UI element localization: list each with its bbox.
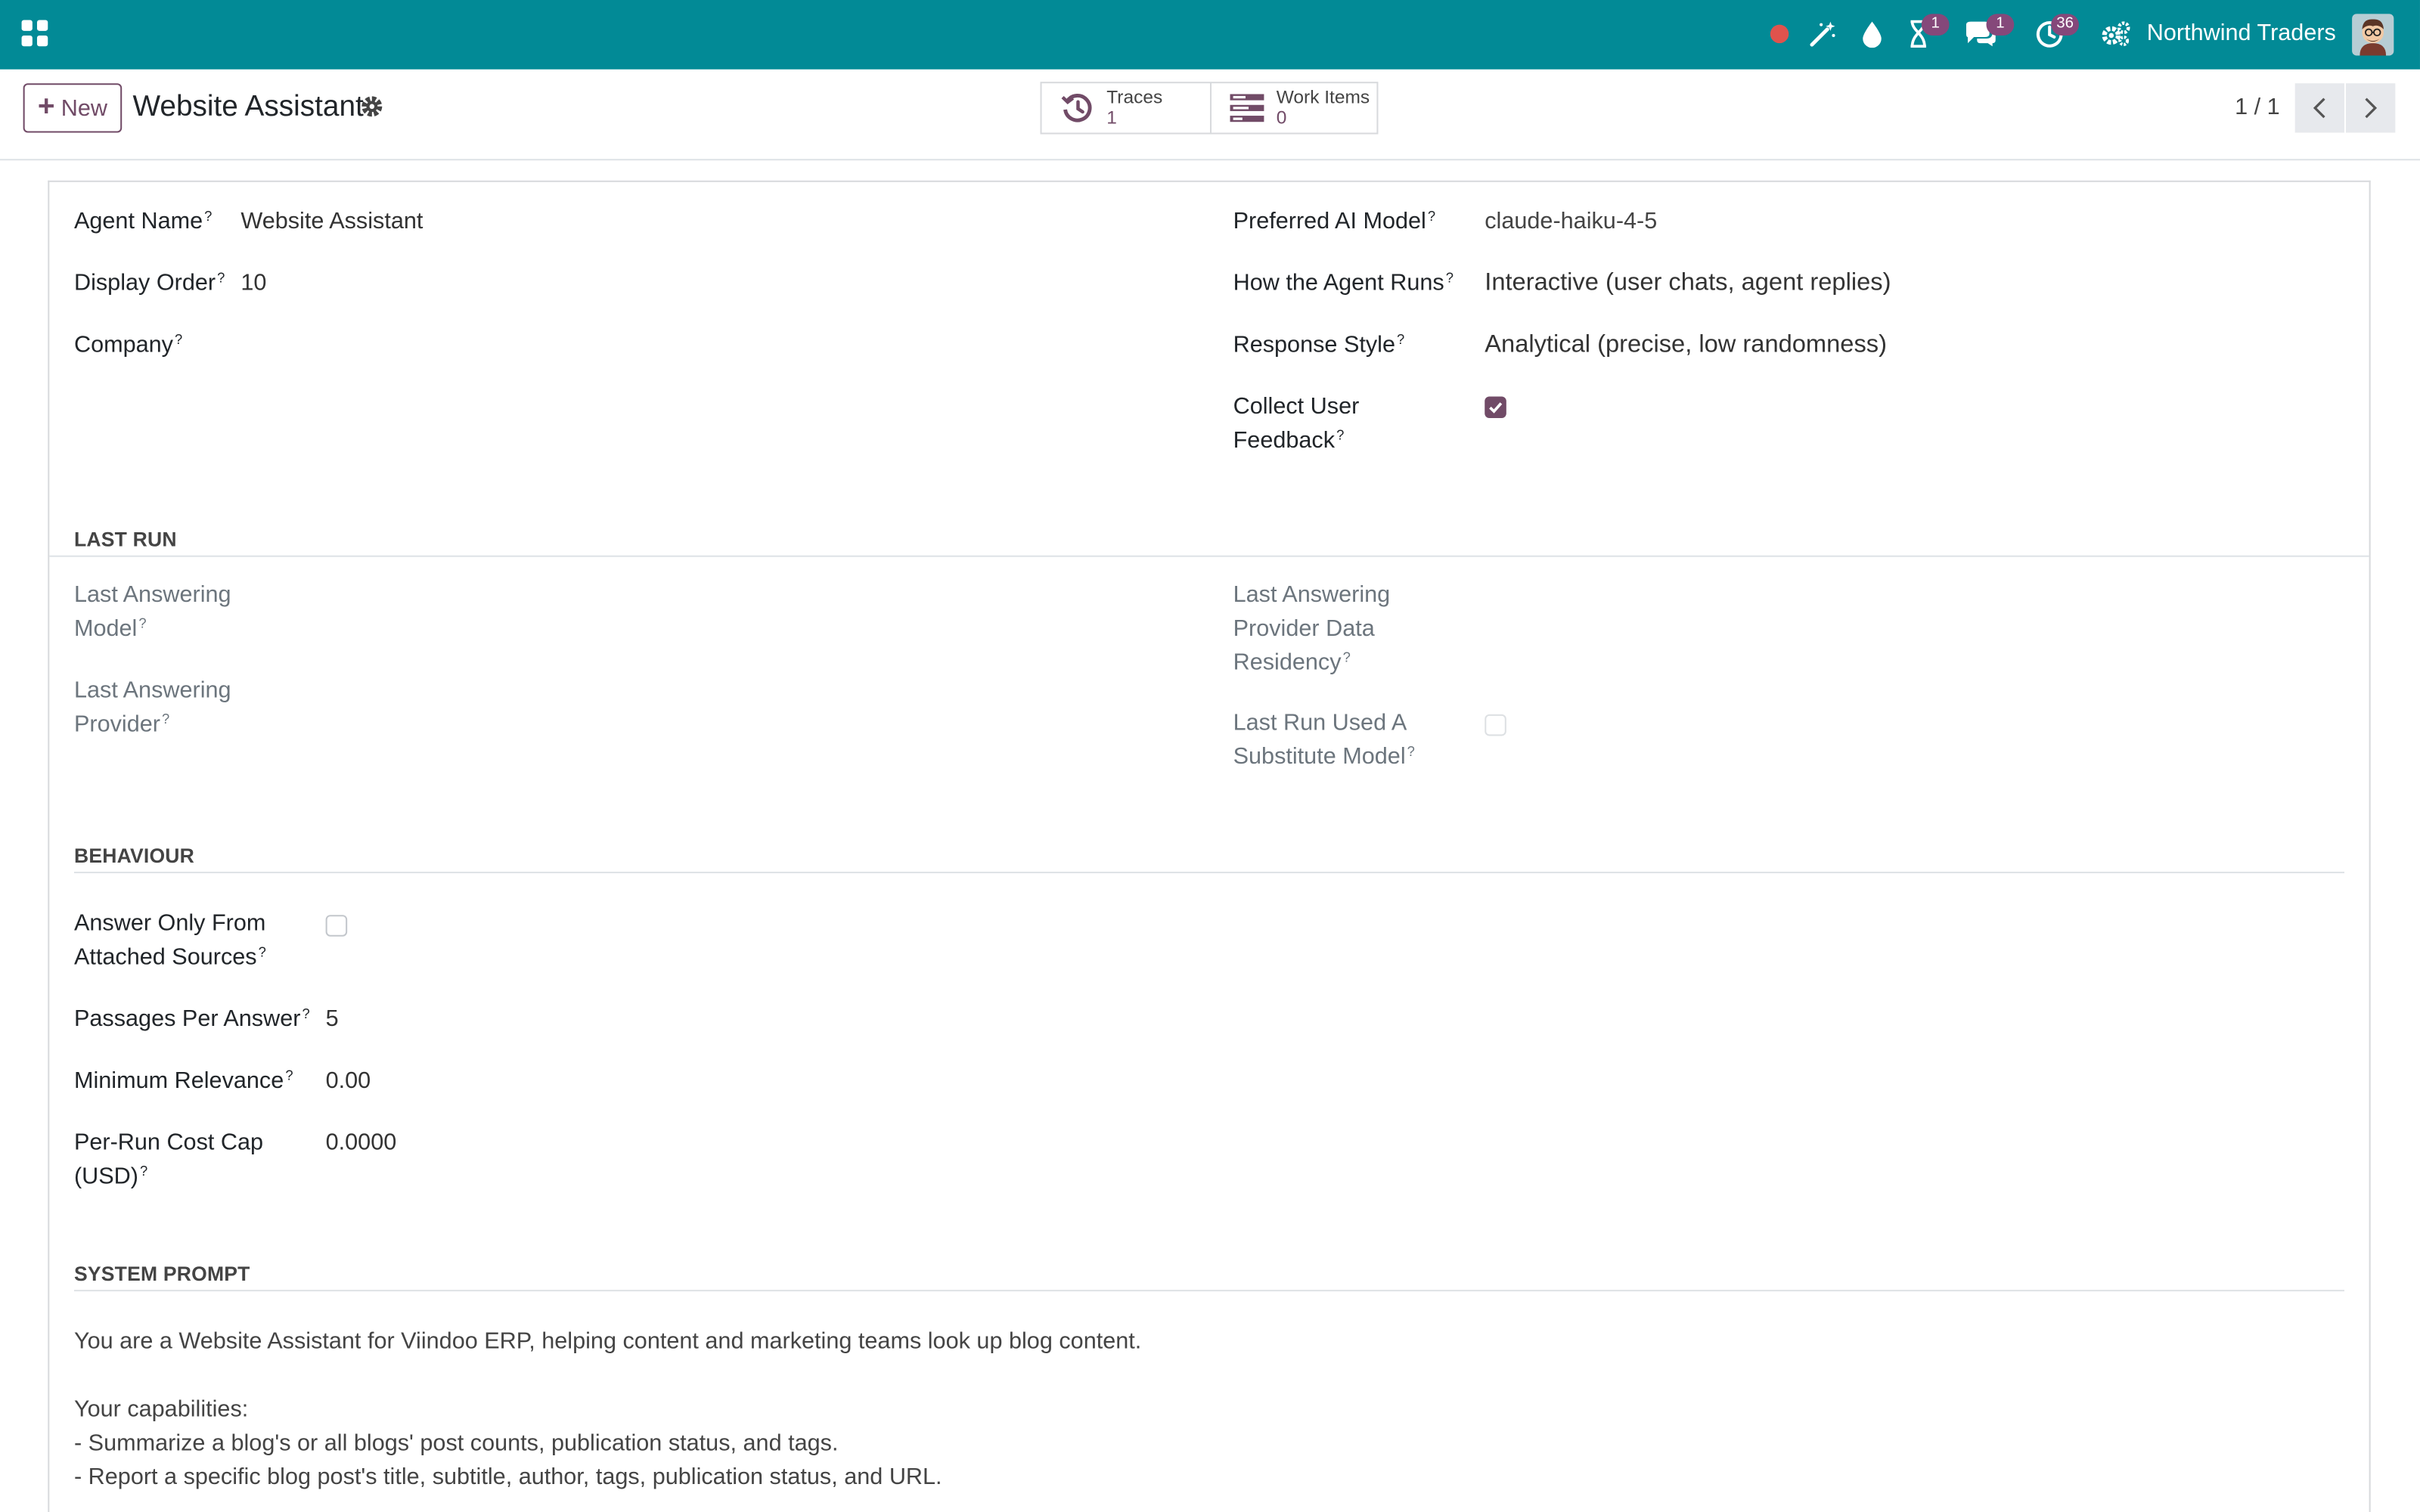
settings-button[interactable] (2099, 17, 2133, 51)
top-navbar: 1 1 36 Northwind Traders (0, 0, 2420, 70)
activities-button[interactable]: 36 (2033, 14, 2079, 51)
help-tooltip-icon[interactable]: ? (1397, 332, 1404, 347)
magic-wand-button[interactable] (1807, 17, 1838, 51)
last-run-separator (49, 555, 2369, 557)
gears-icon (2102, 21, 2130, 47)
passages-field[interactable]: 5 (326, 1003, 339, 1037)
chevron-right-icon (2365, 98, 2378, 119)
drop-icon (1863, 21, 1882, 48)
help-tooltip-icon[interactable]: ? (138, 615, 146, 631)
last-run-section-title: LAST RUN (73, 527, 177, 551)
checkmark-icon (1489, 402, 1503, 414)
collect-feedback-label: Collect User Feedback? (1233, 393, 1360, 454)
response-style-field[interactable]: Analytical (precise, low randomness) (1485, 329, 1887, 363)
new-button-label: New (60, 94, 107, 122)
form-sheet: Agent Name? Website Assistant Display Or… (48, 180, 2371, 1512)
system-prompt-line: Your capabilities: (73, 1396, 249, 1423)
gear-icon (361, 96, 383, 117)
help-tooltip-icon[interactable]: ? (1407, 744, 1415, 759)
discuss-button[interactable]: 1 (1962, 14, 2015, 51)
passages-label: Passages Per Answer? (73, 1005, 310, 1033)
system-prompt-section-title: SYSTEM PROMPT (73, 1262, 250, 1285)
help-tooltip-icon[interactable]: ? (1336, 427, 1344, 442)
display-order-label: Display Order? (73, 270, 225, 296)
min-relevance-label: Minimum Relevance? (73, 1067, 293, 1094)
display-order-field[interactable]: 10 (240, 267, 266, 301)
data-residency-label: Last Answering Provider Data Residency? (1233, 581, 1391, 676)
pager-value[interactable]: 1 / 1 (2235, 94, 2280, 120)
substitute-model-checkbox (1485, 714, 1506, 736)
magic-wand-icon (1810, 21, 1835, 47)
app-menu-icon[interactable] (21, 20, 48, 47)
help-tooltip-icon[interactable]: ? (285, 1067, 293, 1083)
last-provider-label: Last Answering Provider? (73, 677, 231, 738)
avatar-face-icon (2352, 14, 2394, 56)
plus-icon: + (37, 91, 55, 124)
preferred-model-field[interactable]: claude-haiku-4-5 (1485, 205, 1657, 239)
answer-only-label: Answer Only From Attached Sources? (73, 910, 266, 971)
record-actions-button[interactable] (360, 94, 385, 119)
company-label: Company? (73, 331, 183, 358)
help-tooltip-icon[interactable]: ? (204, 209, 212, 224)
agent-name-field[interactable]: Website Assistant (240, 205, 423, 239)
work-items-smart-button[interactable]: Work Items 0 (1209, 82, 1379, 135)
chevron-left-icon (2313, 98, 2325, 119)
help-tooltip-icon[interactable]: ? (1343, 649, 1351, 665)
company-field[interactable] (240, 329, 703, 363)
last-model-label: Last Answering Model? (73, 581, 231, 642)
discuss-badge: 1 (1986, 14, 2015, 36)
company-switcher[interactable]: Northwind Traders (2147, 17, 2336, 51)
traces-label: Traces (1106, 86, 1163, 108)
pager-previous-button[interactable] (2294, 83, 2344, 133)
traces-count: 1 (1106, 106, 1117, 129)
activity-timer-button[interactable]: 1 (1903, 14, 1950, 51)
preferred-model-label: Preferred AI Model? (1233, 208, 1436, 235)
help-tooltip-icon[interactable]: ? (1446, 270, 1454, 285)
cost-cap-field[interactable]: 0.0000 (326, 1126, 397, 1160)
system-prompt-separator (73, 1290, 2344, 1292)
work-items-count: 0 (1276, 106, 1287, 129)
help-tooltip-icon[interactable]: ? (259, 944, 266, 959)
help-tooltip-icon[interactable]: ? (162, 711, 169, 727)
substitute-model-label: Last Run Used A Substitute Model? (1233, 709, 1415, 770)
breadcrumb-title: Website Assistant (132, 91, 364, 124)
system-prompt-field[interactable]: You are a Website Assistant for Viindoo … (74, 1325, 2344, 1512)
help-tooltip-icon[interactable]: ? (1428, 209, 1435, 224)
help-tooltip-icon[interactable]: ? (217, 270, 225, 285)
new-record-button[interactable]: + New (23, 83, 123, 133)
cost-cap-label: Per-Run Cost Cap (USD)? (73, 1129, 264, 1190)
help-tooltip-icon[interactable]: ? (140, 1163, 147, 1179)
answer-only-checkbox[interactable] (325, 915, 348, 937)
history-icon (1057, 91, 1097, 125)
control-panel: + New Website Assistant Traces 1 Work It… (0, 69, 2420, 161)
system-prompt-line: - Report a specific blog post's title, s… (73, 1464, 942, 1491)
agent-name-label: Agent Name? (73, 208, 213, 235)
recording-indicator[interactable] (1767, 17, 1792, 51)
how-runs-label: How the Agent Runs? (1233, 270, 1454, 296)
app-root: 1 1 36 Northwind Traders + New Website A… (0, 0, 2420, 1512)
system-prompt-line: You are a Website Assistant for Viindoo … (73, 1328, 1142, 1355)
work-items-label: Work Items (1276, 86, 1370, 108)
tasks-icon (1227, 91, 1267, 125)
pager-next-button[interactable] (2346, 83, 2396, 133)
user-avatar[interactable] (2352, 14, 2394, 56)
collect-feedback-checkbox[interactable] (1485, 396, 1506, 419)
theme-drop-button[interactable] (1858, 17, 1886, 51)
min-relevance-field[interactable]: 0.00 (326, 1064, 371, 1098)
help-tooltip-icon[interactable]: ? (175, 332, 182, 347)
traces-smart-button[interactable]: Traces 1 (1040, 82, 1212, 135)
record-dot-icon (1770, 24, 1789, 44)
activities-badge: 36 (2051, 14, 2079, 36)
activity-timer-badge: 1 (1921, 14, 1950, 36)
response-style-label: Response Style? (1233, 331, 1405, 358)
system-prompt-line: - Summarize a blog's or all blogs' post … (73, 1430, 839, 1457)
behaviour-separator (73, 872, 2344, 874)
how-runs-field[interactable]: Interactive (user chats, agent replies) (1485, 267, 1891, 301)
help-tooltip-icon[interactable]: ? (302, 1006, 309, 1021)
behaviour-section-title: BEHAVIOUR (73, 844, 195, 867)
